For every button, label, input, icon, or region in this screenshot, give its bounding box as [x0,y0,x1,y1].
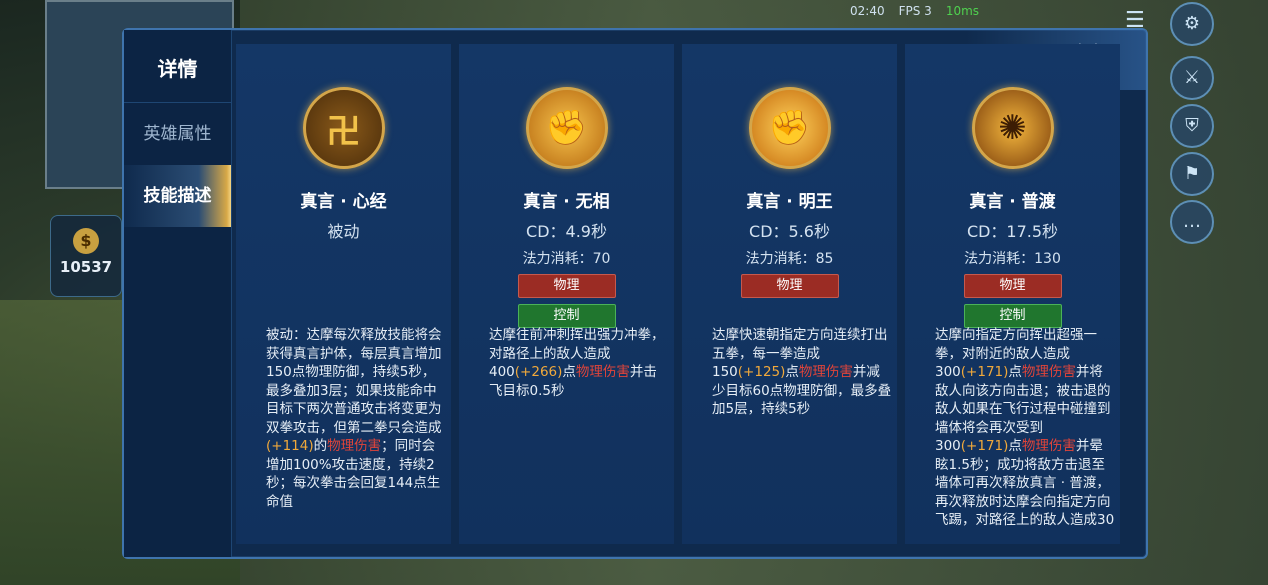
signal-flag-icon[interactable]: ⚑ [1170,152,1214,196]
description-segment: (+266) [514,364,563,380]
skill-name: 真言 · 无相 [523,192,610,212]
multi-fist-icon: ✊ [748,87,831,169]
skill-card-1: ✊ 真言 · 无相 CD：4.9秒 法力消耗：70 物理 控制 达摩往前冲刺挥出… [459,44,674,544]
coin-bag-icon: $ [73,228,99,254]
ping-readout: 10ms [945,4,980,18]
gold-amount: 10537 [59,258,113,276]
skill-card-3: ✺ 真言 · 普渡 CD：17.5秒 法力消耗：130 物理 控制 达摩向指定方… [905,44,1120,544]
skill-name: 真言 · 普渡 [969,192,1056,212]
tab-hero-attributes[interactable]: 英雄属性 [124,102,231,165]
sidebar-title: 详情 [157,57,198,81]
swirl-punch-icon: ✺ [971,87,1054,169]
description-segment: 点 [562,364,576,380]
skill-cooldown: CD：17.5秒 [966,222,1059,241]
skill-cards: 卍 真言 · 心经 被动 被动：达摩每次释放技能将会获得真言护体，每层真言增加1… [236,44,1146,557]
skill-name: 真言 · 心经 [300,192,387,212]
tag-physical: 物理 [963,274,1062,298]
gold-panel[interactable]: $ 10537 [50,215,122,297]
settings-gear-icon[interactable]: ⚙ [1170,2,1214,46]
chat-bubble-icon[interactable]: … [1170,200,1214,244]
defense-shield-icon[interactable]: ⛨ [1170,104,1214,148]
description-segment: 点 [1008,438,1022,454]
description-segment: (+171) [960,364,1009,380]
description-segment: 物理伤害 [1021,438,1076,454]
description-segment: 物理伤害 [327,438,382,454]
status-bar: 02:40 FPS 3 10ms [850,0,1150,22]
description-segment: 的 [313,438,328,454]
tag-physical: 物理 [517,274,616,298]
description-segment: (+125) [737,364,786,380]
skill-cooldown: CD：5.6秒 [749,222,830,241]
description-segment: 点 [785,364,799,380]
skill-description: 达摩往前冲刺挥出强力冲拳，对路径上的敌人造成400(+266)点物理伤害并击飞目… [489,326,669,400]
skill-card-passive: 卍 真言 · 心经 被动 被动：达摩每次释放技能将会获得真言护体，每层真言增加1… [236,44,451,544]
game-timer: 02:40 [850,4,885,18]
description-segment: 物理伤害 [575,364,630,380]
tag-physical: 物理 [740,274,839,298]
dialog-sidebar: 详情 英雄属性 技能描述 [124,30,232,557]
description-segment: 物理伤害 [798,364,853,380]
fist-icon: ✊ [525,87,608,169]
description-segment: 被动：达摩每次释放技能将会获得真言护体，每层真言增加150点物理防御，持续5秒，… [266,327,442,436]
skill-cooldown: CD：4.9秒 [526,222,607,241]
skill-mana-cost: 法力消耗：70 [522,251,611,267]
description-segment: 点 [1008,364,1022,380]
skill-card-2: ✊ 真言 · 明王 CD：5.6秒 法力消耗：85 物理 达摩快速朝指定方向连续… [682,44,897,544]
tab-skill-description[interactable]: 技能描述 [124,165,231,227]
description-segment: (+171) [960,438,1009,454]
skill-type: 被动 [327,222,360,241]
tag-control: 控制 [517,304,616,328]
skill-mana-cost: 法力消耗：130 [964,251,1061,267]
description-segment: (+114) [266,438,314,454]
skill-name: 真言 · 明王 [746,192,833,212]
fps-readout: FPS 3 [898,4,932,18]
wheel-emblem-icon: 卍 [302,87,385,169]
skill-mana-cost: 法力消耗：85 [745,251,834,267]
equipment-sword-icon[interactable]: ⚔ [1170,56,1214,100]
skill-description: 达摩快速朝指定方向连续打出五拳，每一拳造成150(+125)点物理伤害并减少目标… [712,326,892,419]
tag-control: 控制 [963,304,1062,328]
skill-description: 被动：达摩每次释放技能将会获得真言护体，每层真言增加150点物理防御，持续5秒，… [266,326,446,511]
skill-description: 达摩向指定方向挥出超强一拳，对附近的敌人造成300(+171)点物理伤害并将敌人… [935,326,1115,531]
hero-detail-dialog: ✕ 详情 英雄属性 技能描述 卍 真言 · 心经 被动 被动：达摩每次释放技能将… [122,28,1148,559]
description-segment: 物理伤害 [1021,364,1076,380]
